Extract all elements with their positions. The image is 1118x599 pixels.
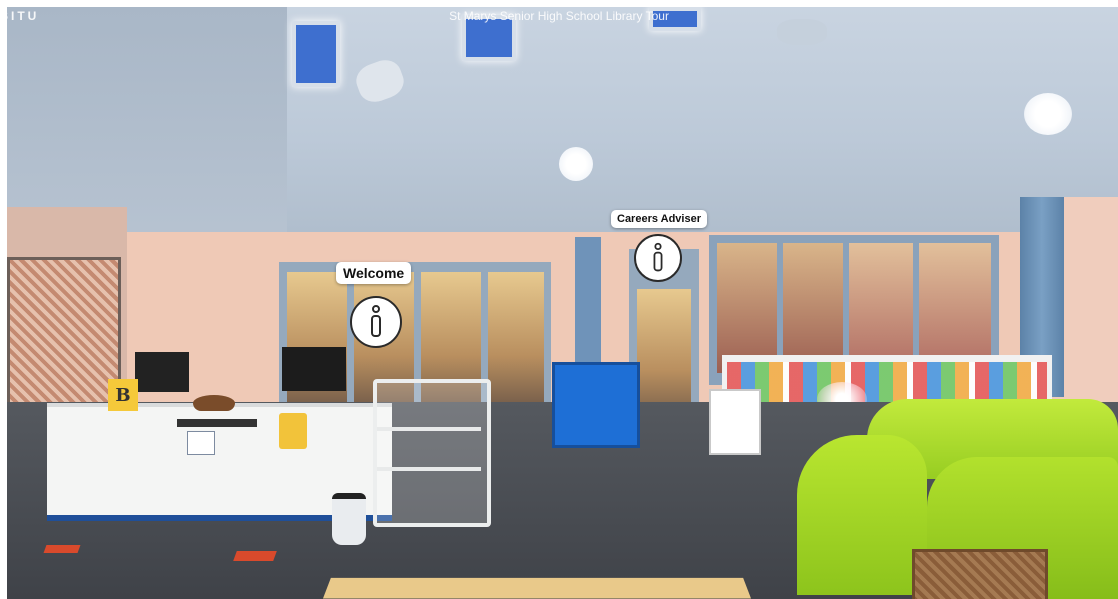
- yellow-desk-sign: [279, 413, 307, 449]
- computer-monitor: [135, 352, 189, 392]
- info-icon[interactable]: [350, 296, 402, 348]
- hotspot-label-welcome[interactable]: Welcome: [336, 262, 412, 284]
- panorama-viewer[interactable]: B: [7, 7, 1118, 599]
- info-icon-glyph: [371, 305, 381, 337]
- glass-pane: [488, 272, 544, 412]
- info-icon[interactable]: [634, 234, 682, 282]
- waste-bin: [332, 493, 366, 545]
- trolley-shelf: [377, 467, 481, 471]
- glass-pane: [287, 272, 347, 412]
- whiteboard-stand: [709, 389, 761, 455]
- ceiling-light: [559, 147, 593, 181]
- floor-marker: [233, 551, 277, 561]
- blue-cart: [552, 362, 640, 448]
- foreground-table: [322, 577, 752, 599]
- book-trolley: [373, 379, 491, 527]
- skylight-window: [292, 21, 340, 87]
- glass-pane: [849, 243, 913, 373]
- hotspot-label-careers-adviser[interactable]: Careers Adviser: [611, 210, 707, 228]
- glass-pane: [717, 243, 777, 373]
- left-window: [7, 257, 121, 413]
- info-icon-glyph: [653, 242, 663, 272]
- computer-monitor: [282, 347, 346, 391]
- desk-sign-letter: B: [115, 385, 131, 406]
- glass-pane: [919, 243, 991, 373]
- floor-marker: [43, 545, 81, 553]
- trolley-shelf: [377, 427, 481, 431]
- book-return-slot: [177, 419, 257, 427]
- desk-bowl: [193, 395, 235, 411]
- tour-title: St Marys Senior High School Library Tour: [449, 9, 669, 23]
- ceiling-light: [1024, 93, 1072, 135]
- glass-pane: [783, 243, 843, 373]
- book-return-sign: [187, 431, 215, 455]
- green-sofa: [797, 435, 927, 595]
- wicker-basket: [912, 549, 1048, 599]
